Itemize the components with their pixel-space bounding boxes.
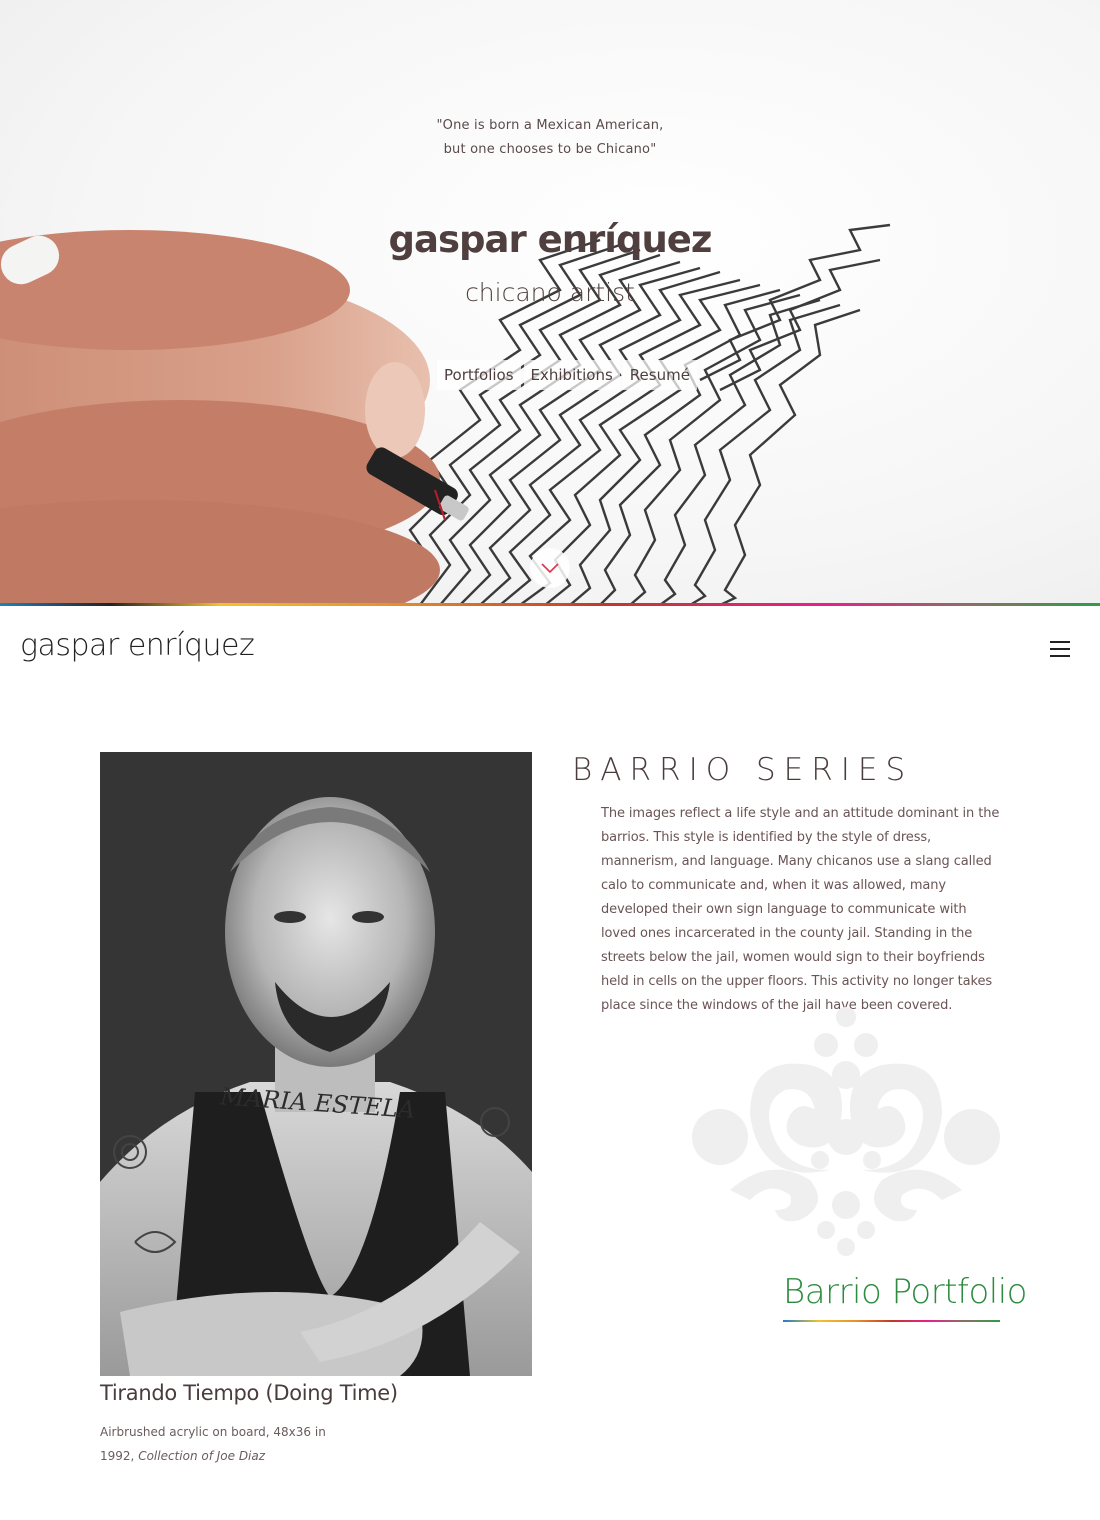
quote-line-1: "One is born a Mexican American, [436,118,664,133]
decorative-ornament-icon [692,1007,1000,1256]
quote-line-2: but one chooses to be Chicano" [443,142,657,157]
chevron-down-icon [541,563,559,573]
hero-section: "One is born a Mexican American, but one… [0,0,1100,605]
artwork-provenance: 1992, Collection of Joe Diaz [100,1444,326,1468]
barrio-portfolio-link[interactable]: Barrio Portfolio [783,1272,1027,1312]
brand-logo-text[interactable]: gaspar enríquez [20,628,255,663]
site-header: gaspar enríquez [0,608,1100,688]
divider-rainbow-bar [0,603,1100,606]
nav-resume[interactable]: Resumé [622,360,697,390]
artwork-collection: Collection of Joe Diaz [138,1449,266,1463]
nav-exhibitions[interactable]: Exhibitions [523,360,620,390]
artwork-meta: Airbrushed acrylic on board, 48x36 in 19… [100,1420,326,1468]
artwork-title: Tirando Tiempo (Doing Time) [100,1381,398,1405]
artwork-portrait: MARIA ESTELA [100,752,532,1376]
series-title: BARRIO SERIES [572,752,914,788]
artwork-image[interactable]: MARIA ESTELA [100,752,532,1376]
hero-subtitle: chicano artist [465,278,635,307]
nav-portfolios[interactable]: Portfolios [437,360,521,390]
portfolio-link-underline [783,1320,1000,1322]
series-description: The images reflect a life style and an a… [601,806,1000,1013]
hamburger-menu-icon[interactable] [1050,641,1070,657]
artwork-medium: Airbrushed acrylic on board, 48x36 in [100,1425,326,1439]
hero-nav: Portfolios Exhibitions Resumé [437,360,697,390]
artwork-year: 1992, [100,1449,135,1463]
hero-title: gaspar enríquez [388,218,713,261]
scroll-down-button[interactable] [530,548,570,588]
hero-quote: "One is born a Mexican American, but one… [0,114,1100,162]
